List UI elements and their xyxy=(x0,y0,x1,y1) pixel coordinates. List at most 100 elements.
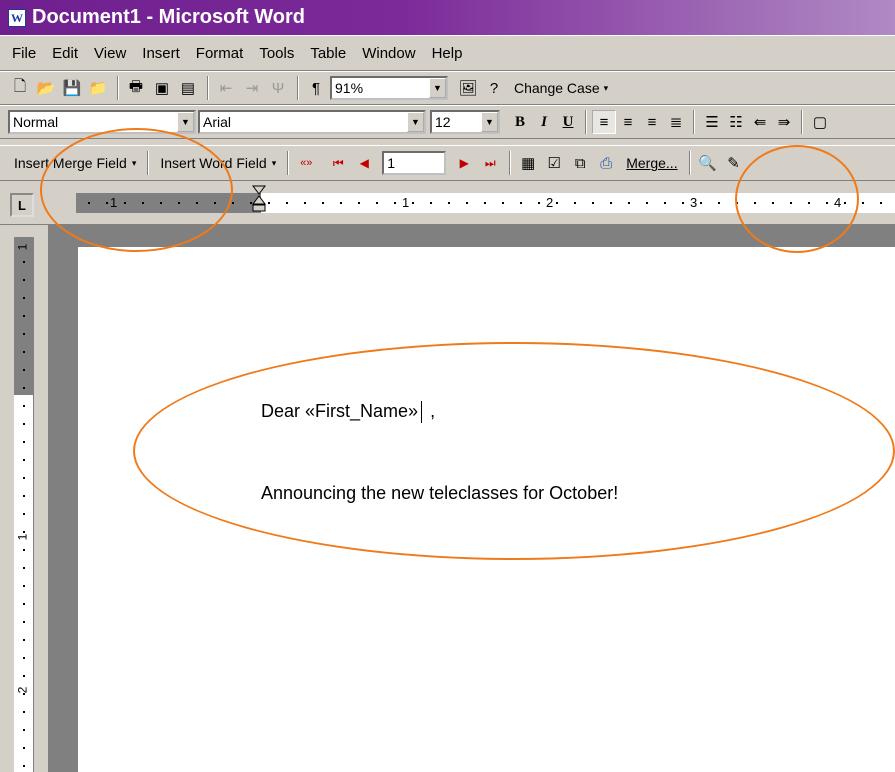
tab-selector[interactable]: L xyxy=(10,193,34,217)
menu-edit[interactable]: Edit xyxy=(50,43,80,64)
last-record-icon[interactable]: ⏭ xyxy=(478,151,502,175)
font-size-value: 12 xyxy=(435,114,451,130)
chevron-down-icon: ▾ xyxy=(271,157,277,168)
ruler-tick xyxy=(358,202,360,204)
ruler-tick xyxy=(268,202,270,204)
bold-button[interactable]: B xyxy=(508,110,532,134)
menu-view[interactable]: View xyxy=(92,43,128,64)
filter-icon[interactable]: Ψ xyxy=(266,76,290,100)
font-select[interactable]: Arial ▼ xyxy=(198,110,426,134)
menu-format[interactable]: Format xyxy=(194,43,246,64)
ruler-tick xyxy=(23,585,25,587)
help-icon[interactable]: ? xyxy=(482,76,506,100)
ruler-tick xyxy=(754,202,756,204)
find-record-icon[interactable]: 🔍 xyxy=(696,151,720,175)
save-icon[interactable]: 💾 xyxy=(60,76,84,100)
ruler-tick xyxy=(232,202,234,204)
style-select[interactable]: Normal ▼ xyxy=(8,110,196,134)
check-for-errors-icon[interactable]: ☑ xyxy=(542,151,566,175)
insert-picture-icon[interactable]: 🖼 xyxy=(456,76,480,100)
insert-word-field-button[interactable]: Insert Word Field ▾ xyxy=(154,151,282,175)
align-right-icon[interactable]: ≡ xyxy=(640,110,664,134)
first-record-icon[interactable]: ⏮ xyxy=(326,151,350,175)
chevron-down-icon[interactable]: ▼ xyxy=(429,78,446,98)
chevron-down-icon[interactable]: ▼ xyxy=(407,112,424,132)
indent-right-icon[interactable]: ⇥ xyxy=(240,76,264,100)
ruler-tick xyxy=(23,747,25,749)
show-formatting-icon[interactable]: ¶ xyxy=(304,76,328,100)
indent-marker-icon[interactable] xyxy=(252,185,266,219)
italic-button[interactable]: I xyxy=(532,110,556,134)
menu-window[interactable]: Window xyxy=(360,43,417,64)
increase-indent-icon[interactable]: ⇛ xyxy=(772,110,796,134)
ruler-number: 2 xyxy=(546,195,554,210)
ruler-tick xyxy=(23,369,25,371)
first-name-merge-field[interactable]: «First_Name» xyxy=(305,401,418,421)
salutation-line[interactable]: Dear «First_Name» , xyxy=(261,401,435,424)
view-merged-data-icon[interactable]: «» xyxy=(294,151,318,175)
bullets-icon[interactable]: ☷ xyxy=(724,110,748,134)
numbering-icon[interactable]: ☰ xyxy=(700,110,724,134)
record-number-input[interactable]: 1 xyxy=(382,151,447,175)
word-app-icon[interactable]: W xyxy=(8,8,26,27)
ruler-tick xyxy=(538,202,540,204)
ruler-tick xyxy=(23,387,25,389)
merge-button[interactable]: Merge... xyxy=(620,151,683,175)
ruler-tick xyxy=(214,202,216,204)
menu-insert[interactable]: Insert xyxy=(140,43,182,64)
document-area[interactable]: Dear «First_Name» , Announcing the new t… xyxy=(48,225,895,772)
ruler-tick xyxy=(394,202,396,204)
mail-merge-helper-icon[interactable]: ▦ xyxy=(516,151,540,175)
print-icon[interactable]: 🖶 xyxy=(124,76,148,100)
toolbar-separator xyxy=(509,151,512,175)
decrease-indent-icon[interactable]: ⇚ xyxy=(748,110,772,134)
mail-merge-toolbar: Insert Merge Field ▾ Insert Word Field ▾… xyxy=(0,145,895,181)
underline-button[interactable]: U xyxy=(556,110,580,134)
toolbar-separator xyxy=(287,151,290,175)
ruler-tick xyxy=(23,333,25,335)
horizontal-ruler[interactable]: 1 1 2 3 4 xyxy=(76,193,895,213)
menu-file[interactable]: File xyxy=(10,43,38,64)
open-folder-icon[interactable]: 📂 xyxy=(34,76,58,100)
open-mail-merge-icon[interactable]: 📁 xyxy=(86,76,110,100)
ruler-tick xyxy=(286,202,288,204)
menu-table[interactable]: Table xyxy=(308,43,348,64)
insert-merge-field-button[interactable]: Insert Merge Field ▾ xyxy=(8,151,142,175)
ruler-tick xyxy=(23,315,25,317)
change-case-button[interactable]: Change Case ▾ xyxy=(508,76,614,100)
zoom-select[interactable]: 91% ▼ xyxy=(330,76,448,100)
document-page[interactable]: Dear «First_Name» , Announcing the new t… xyxy=(78,247,895,772)
previous-record-icon[interactable]: ◀ xyxy=(352,151,376,175)
announcement-line[interactable]: Announcing the new teleclasses for Octob… xyxy=(261,483,618,504)
menu-tools[interactable]: Tools xyxy=(257,43,296,64)
salutation-prefix: Dear xyxy=(261,401,306,421)
ruler-tick xyxy=(412,202,414,204)
chevron-down-icon[interactable]: ▼ xyxy=(481,112,498,132)
vertical-ruler[interactable]: 1 1 2 xyxy=(14,237,34,772)
indent-left-icon[interactable]: ⇤ xyxy=(214,76,238,100)
font-size-select[interactable]: 12 ▼ xyxy=(430,110,500,134)
ruler-tick xyxy=(23,513,25,515)
ruler-tick xyxy=(718,202,720,204)
style-value: Normal xyxy=(13,114,59,130)
change-case-label: Change Case xyxy=(514,80,600,96)
merge-to-new-document-icon[interactable]: ⧉ xyxy=(568,151,592,175)
merge-to-printer-icon[interactable]: ⎙ xyxy=(594,151,618,175)
ruler-tick xyxy=(23,657,25,659)
ruler-tick xyxy=(844,202,846,204)
edit-data-source-icon[interactable]: ✎ xyxy=(722,151,746,175)
new-document-icon[interactable]: 🗋 xyxy=(8,76,32,100)
ruler-tick xyxy=(23,549,25,551)
justify-icon[interactable]: ≣ xyxy=(664,110,688,134)
align-center-icon[interactable]: ≡ xyxy=(616,110,640,134)
ruler-tick xyxy=(23,279,25,281)
spelling-icon[interactable]: ▤ xyxy=(176,76,200,100)
menu-help[interactable]: Help xyxy=(430,43,465,64)
next-record-icon[interactable]: ▶ xyxy=(452,151,476,175)
ruler-tick xyxy=(520,202,522,204)
align-left-icon[interactable]: ≡ xyxy=(592,110,616,134)
border-icon[interactable]: ▢ xyxy=(808,110,832,134)
print-preview-icon[interactable]: ▣ xyxy=(150,76,174,100)
chevron-down-icon[interactable]: ▼ xyxy=(177,112,194,132)
ruler-tick xyxy=(23,351,25,353)
